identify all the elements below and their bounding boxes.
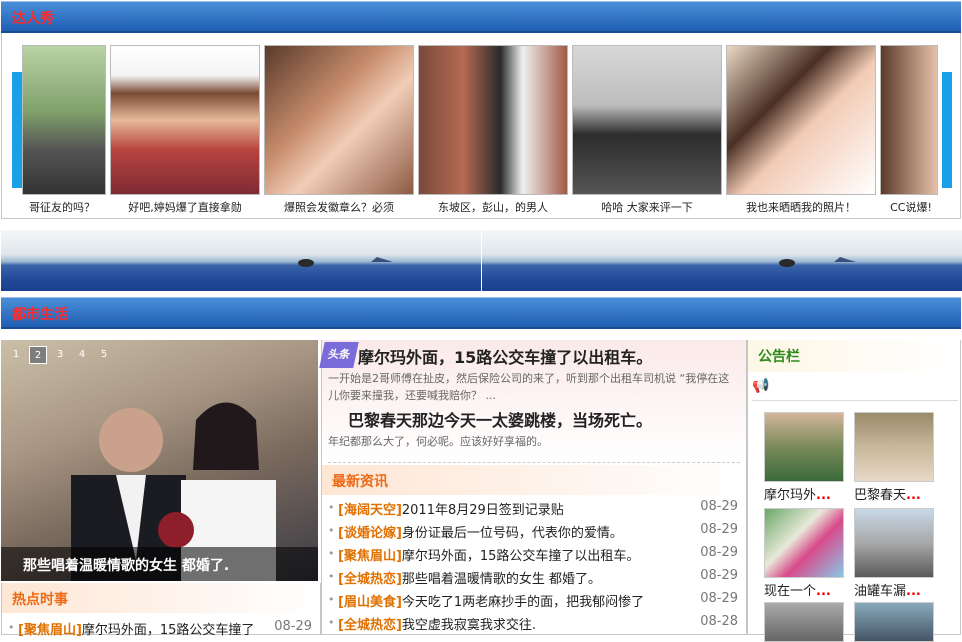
news-title[interactable]: 摩尔玛外面，15路公交车撞了以出租车。 <box>402 549 640 564</box>
rock-island-icon <box>779 257 856 267</box>
headline-summary-1: 一开始是2哥师傅在扯皮，然后保险公司的来了，听到那个出租车司机说 “我停在这儿你… <box>328 372 730 402</box>
notice-thumb-2[interactable] <box>854 412 934 482</box>
gallery-caption[interactable]: 哈哈 大家来评一下 <box>572 199 722 215</box>
section-title[interactable]: 达人秀 <box>12 8 54 28</box>
notice-caption-1[interactable]: 摩尔玛外... <box>764 484 831 503</box>
news-tag[interactable]: [聚焦眉山] <box>338 549 402 564</box>
sea-banner-right[interactable] <box>482 230 962 291</box>
gallery-photo-5[interactable] <box>572 45 722 195</box>
gallery-photo-4[interactable] <box>418 45 568 195</box>
notice-panel: 公告栏 📢 摩尔玛外... 巴黎春天... 现在一个... 油罐车漏... <box>747 340 961 642</box>
rock-island-icon <box>298 257 393 267</box>
headline-summary-2: 年纪都那么大了，何必呢。应该好好享福的。 <box>328 435 548 448</box>
gallery-photo-3[interactable] <box>264 45 414 195</box>
news-title[interactable]: 那些唱着温暖情歌的女生 都婚了。 <box>402 572 601 587</box>
list-item[interactable]: [谈婚论嫁]身份证最后一位号码，代表你的爱情。 08-29 <box>322 522 746 545</box>
headline-panel: 头条 摩尔玛外面，15路公交车撞了以出租车。 一开始是2哥师傅在扯皮，然后保险公… <box>319 340 747 637</box>
photo-slider[interactable]: 1 2 3 4 5 那些唱着温暖情歌的女生 都婚了. <box>1 340 318 581</box>
slider-page-4[interactable]: 4 <box>73 346 91 364</box>
wedding-photo-icon <box>71 402 276 581</box>
slider-caption[interactable]: 那些唱着温暖情歌的女生 都婚了. <box>1 547 318 581</box>
talent-gallery: 哥征友的吗？ 好吧,婷妈爆了直接拿勋 爆照会发徽章么？必须 东坡区，彭山，的男人… <box>1 33 961 219</box>
notice-thumb-3[interactable] <box>764 508 844 578</box>
gallery-photo-6[interactable] <box>726 45 876 195</box>
notice-thumb-4[interactable] <box>854 508 934 578</box>
gallery-photo-1[interactable] <box>22 45 106 195</box>
list-item[interactable]: [眉山美食]今天吃了1两老麻抄手的面，把我郁闷惨了 08-29 <box>322 591 746 614</box>
slider-page-2[interactable]: 2 <box>29 346 47 364</box>
latest-news-title: 最新资讯 <box>322 465 746 495</box>
slider-page-1[interactable]: 1 <box>7 346 25 364</box>
hot-news-list: [聚焦眉山]摩尔玛外面，15路公交车撞了 08-29 <box>2 619 320 642</box>
hot-news-title: 热点时事 <box>2 583 320 613</box>
news-date: 08-28 <box>700 614 738 629</box>
slider-pagination: 1 2 3 4 5 <box>7 346 113 364</box>
news-title[interactable]: 我空虚我寂寞我求交往. <box>402 618 536 633</box>
headline-badge: 头条 <box>319 342 359 368</box>
news-date: 08-29 <box>700 568 738 583</box>
scroll-right-arrow-icon[interactable] <box>942 72 952 188</box>
notice-caption-2[interactable]: 巴黎春天... <box>854 484 921 503</box>
gallery-caption[interactable]: 爆照会发徽章么？必须 <box>264 199 414 215</box>
section-header-talent-show: 达人秀 <box>1 1 961 33</box>
notice-thumb-5[interactable] <box>764 602 844 642</box>
news-tag[interactable]: [海阔天空] <box>338 503 402 518</box>
notice-thumb-6[interactable] <box>854 602 934 642</box>
news-date: 08-29 <box>700 591 738 606</box>
news-title[interactable]: 摩尔玛外面，15路公交车撞了 <box>82 623 255 638</box>
news-date: 08-29 <box>700 499 738 514</box>
news-tag[interactable]: [眉山美食] <box>338 595 402 610</box>
gallery-caption[interactable]: CC说爆! <box>880 199 942 215</box>
slider-page-3[interactable]: 3 <box>51 346 69 364</box>
notice-caption-4[interactable]: 油罐车漏... <box>854 580 921 599</box>
news-date: 08-29 <box>700 545 738 560</box>
section-header-city-life: 都市生活 <box>1 297 961 329</box>
notice-thumb-1[interactable] <box>764 412 844 482</box>
section-title[interactable]: 都市生活 <box>12 304 68 324</box>
gallery-caption[interactable]: 哥征友的吗？ <box>12 199 112 215</box>
notice-caption-3[interactable]: 现在一个... <box>764 580 831 599</box>
speaker-icon: 📢 <box>752 378 770 394</box>
news-title[interactable]: 2011年8月29日签到记录贴 <box>402 503 564 518</box>
gallery-caption[interactable]: 东坡区，彭山，的男人 <box>418 199 568 215</box>
list-item[interactable]: [全城热恋]那些唱着温暖情歌的女生 都婚了。 08-29 <box>322 568 746 591</box>
news-date: 08-29 <box>700 522 738 537</box>
notice-title: 公告栏 <box>748 340 960 372</box>
list-item[interactable]: [海阔天空]2011年8月29日签到记录贴 08-29 <box>322 499 746 522</box>
gallery-photo-2[interactable] <box>110 45 260 195</box>
list-item[interactable]: [聚焦眉山]摩尔玛外面，15路公交车撞了以出租车。 08-29 <box>322 545 746 568</box>
gallery-caption[interactable]: 好吧,婷妈爆了直接拿勋 <box>110 199 260 215</box>
sea-banner-left[interactable] <box>1 230 481 291</box>
headline-title-2[interactable]: 巴黎春天那边今天一太婆跳楼，当场死亡。 <box>348 407 652 431</box>
list-item[interactable]: [聚焦眉山]摩尔玛外面，15路公交车撞了 08-29 <box>2 619 320 642</box>
gallery-photo-7[interactable] <box>880 45 938 195</box>
news-tag[interactable]: [全城热恋] <box>338 618 402 633</box>
hot-news-panel: 热点时事 [聚焦眉山]摩尔玛外面，15路公交车撞了 08-29 <box>1 583 321 638</box>
headline-box: 头条 摩尔玛外面，15路公交车撞了以出租车。 一开始是2哥师傅在扯皮，然后保险公… <box>319 340 746 462</box>
news-date: 08-29 <box>274 619 312 634</box>
slider-page-5[interactable]: 5 <box>95 346 113 364</box>
news-tag[interactable]: [全城热恋] <box>338 572 402 587</box>
list-item[interactable]: [全城热恋]我空虚我寂寞我求交往. 08-28 <box>322 614 746 637</box>
news-tag[interactable]: [谈婚论嫁] <box>338 526 402 541</box>
latest-news-list: [海阔天空]2011年8月29日签到记录贴 08-29 [谈婚论嫁]身份证最后一位… <box>322 499 746 637</box>
news-title[interactable]: 今天吃了1两老麻抄手的面，把我郁闷惨了 <box>402 595 644 610</box>
news-tag[interactable]: [聚焦眉山] <box>18 623 82 638</box>
gallery-caption[interactable]: 我也来晒晒我的照片！ <box>726 199 876 215</box>
scroll-left-arrow-icon[interactable] <box>12 72 22 188</box>
news-title[interactable]: 身份证最后一位号码，代表你的爱情。 <box>402 526 623 541</box>
headline-title-1[interactable]: 摩尔玛外面，15路公交车撞了以出租车。 <box>358 344 652 368</box>
